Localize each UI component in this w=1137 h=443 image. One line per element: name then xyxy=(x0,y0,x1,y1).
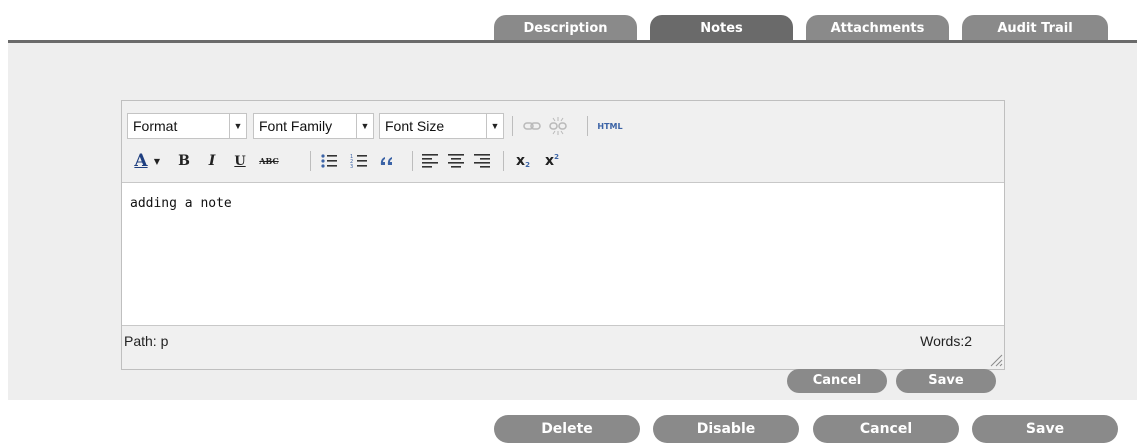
italic-button[interactable]: I xyxy=(202,150,222,172)
subscript-icon: 2 xyxy=(525,161,530,169)
note-text: adding a note xyxy=(130,196,232,211)
tab-attachments[interactable]: Attachments xyxy=(806,15,949,43)
chevron-down-icon[interactable]: ▼ xyxy=(486,114,503,138)
superscript-button[interactable]: x2 xyxy=(540,150,564,172)
align-right-icon[interactable] xyxy=(471,150,493,172)
disable-button[interactable]: Disable xyxy=(653,415,799,443)
resize-handle-icon[interactable] xyxy=(988,353,1004,367)
underline-button[interactable]: U xyxy=(230,150,250,172)
strikethrough-button[interactable]: ABC xyxy=(256,150,282,172)
font-color-button[interactable]: A xyxy=(130,150,152,172)
font-color-icon: A xyxy=(134,151,148,171)
chevron-down-icon[interactable]: ▼ xyxy=(152,150,162,172)
toolbar-separator xyxy=(512,116,513,136)
tab-notes[interactable]: Notes xyxy=(650,15,793,43)
toolbar-separator xyxy=(587,116,588,136)
editor-content[interactable]: adding a note xyxy=(122,183,1004,325)
tab-audit-trail[interactable]: Audit Trail xyxy=(962,15,1108,43)
html-source-button[interactable]: HTML xyxy=(593,115,627,137)
font-size-select-value: Font Size xyxy=(385,118,445,134)
format-select-value: Format xyxy=(133,118,178,134)
bold-button[interactable]: B xyxy=(174,150,194,172)
font-family-select-value: Font Family xyxy=(259,118,333,134)
editor-toolbar: Format ▼ Font Family ▼ Font Size ▼ HTML xyxy=(122,101,1004,183)
subscript-label: x xyxy=(516,153,526,169)
font-size-select[interactable]: Font Size ▼ xyxy=(379,113,504,139)
numbered-list-icon[interactable]: 123 xyxy=(348,150,370,172)
tab-description[interactable]: Description xyxy=(494,15,637,43)
unlink-icon[interactable] xyxy=(547,113,569,139)
element-path: Path: p xyxy=(124,333,169,349)
note-cancel-button[interactable]: Cancel xyxy=(787,369,887,393)
save-button[interactable]: Save xyxy=(972,415,1118,443)
font-family-select[interactable]: Font Family ▼ xyxy=(253,113,374,139)
toolbar-separator xyxy=(503,151,504,171)
editor-statusbar: Path: p Words:2 xyxy=(122,325,1004,369)
format-select[interactable]: Format ▼ xyxy=(127,113,247,139)
toolbar-separator xyxy=(412,151,413,171)
link-icon[interactable] xyxy=(521,115,543,137)
page: Description Notes Attachments Audit Trai… xyxy=(0,0,1137,443)
svg-text:3: 3 xyxy=(350,164,353,169)
superscript-label: x xyxy=(545,153,555,169)
subscript-button[interactable]: x2 xyxy=(511,150,535,172)
align-left-icon[interactable] xyxy=(419,150,441,172)
tab-bar: Description Notes Attachments Audit Trai… xyxy=(0,0,1137,44)
chevron-down-icon[interactable]: ▼ xyxy=(356,114,373,138)
word-count: Words:2 xyxy=(920,333,972,349)
toolbar-separator xyxy=(310,151,311,171)
note-editor: Format ▼ Font Family ▼ Font Size ▼ HTML xyxy=(121,100,1005,370)
cancel-button[interactable]: Cancel xyxy=(813,415,959,443)
note-save-button[interactable]: Save xyxy=(896,369,996,393)
superscript-icon: 2 xyxy=(554,153,559,161)
chevron-down-icon[interactable]: ▼ xyxy=(229,114,246,138)
align-center-icon[interactable] xyxy=(445,150,467,172)
blockquote-icon[interactable] xyxy=(376,150,398,172)
bullet-list-icon[interactable] xyxy=(318,150,340,172)
delete-button[interactable]: Delete xyxy=(494,415,640,443)
